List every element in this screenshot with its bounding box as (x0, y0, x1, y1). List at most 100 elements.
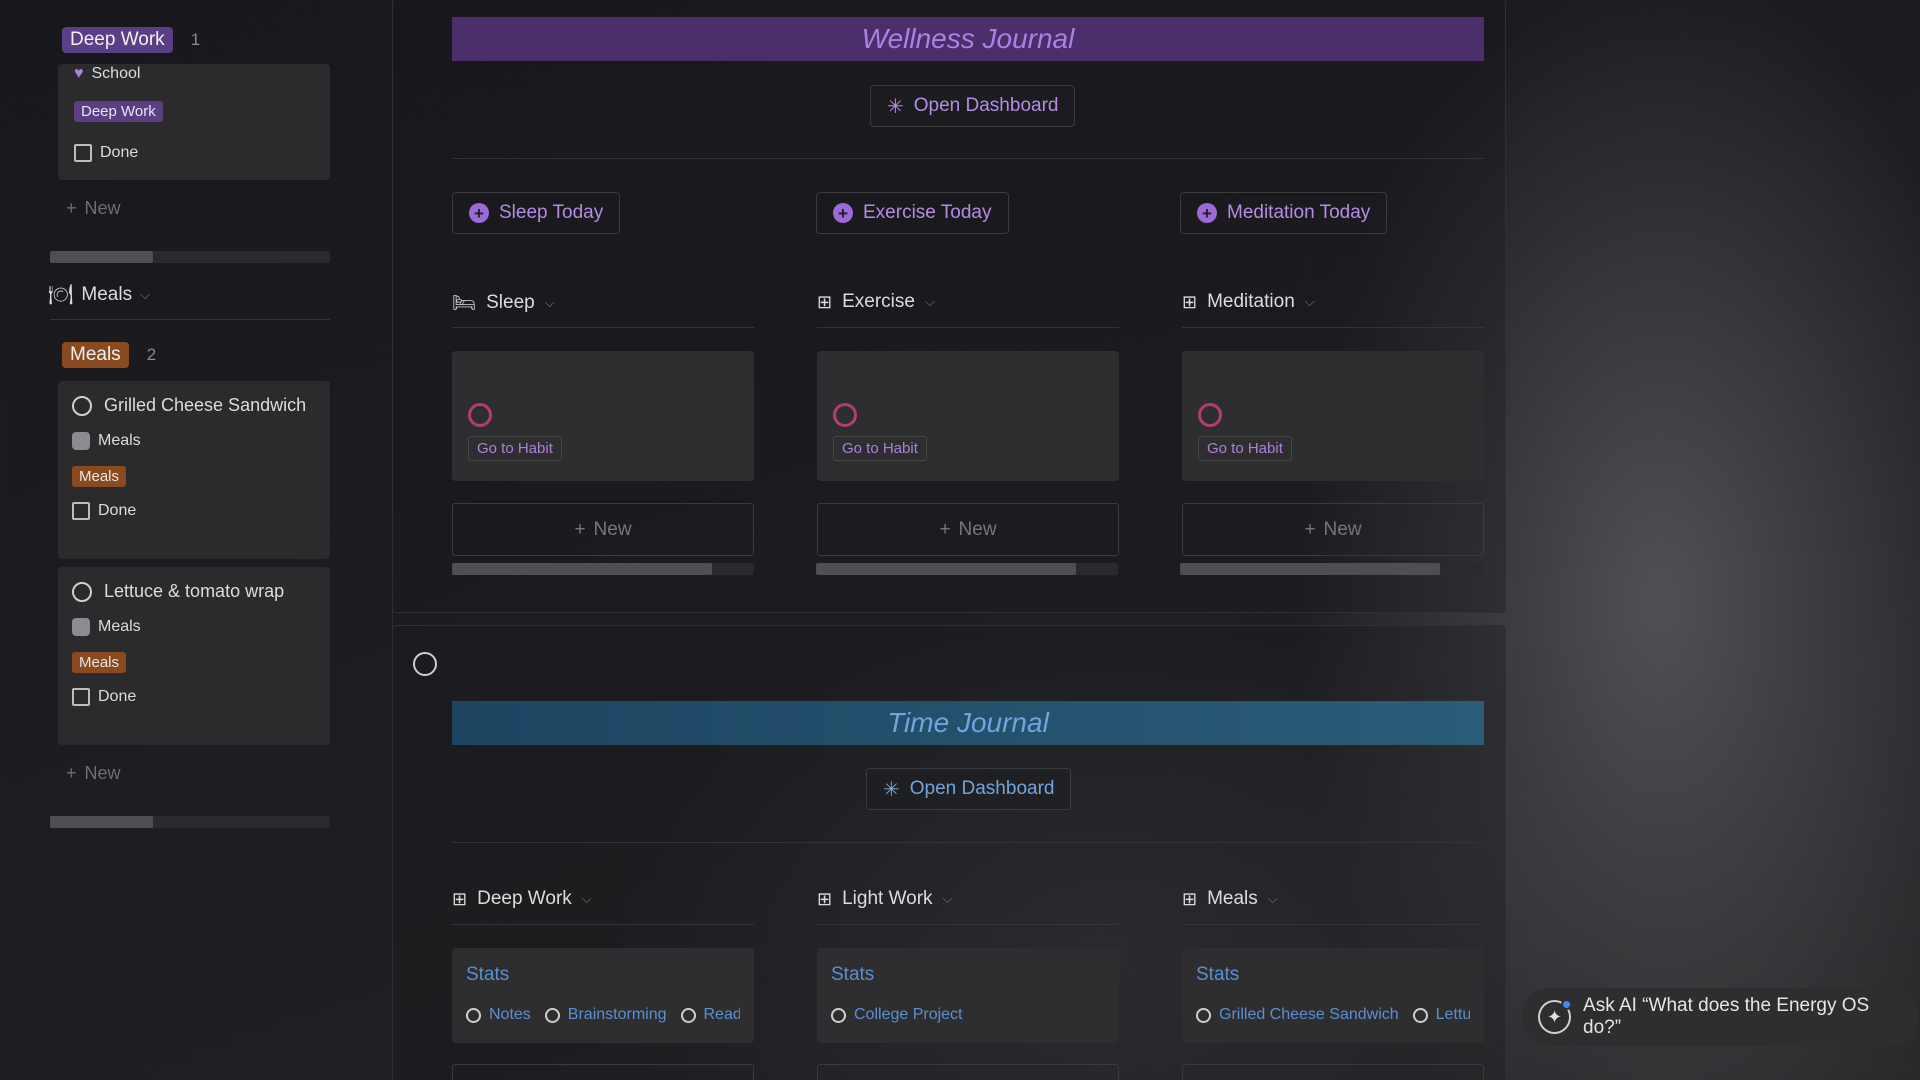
habit-card[interactable]: Go to Habit (817, 351, 1119, 481)
scrollbar-thumb[interactable] (452, 563, 712, 575)
horizontal-scrollbar[interactable] (50, 816, 330, 828)
stats-items: Notes Brainstorming Readir (466, 1006, 740, 1024)
view-tab-light-work[interactable]: ⊞ Light Work ⌵ (817, 888, 952, 910)
view-tab-exercise[interactable]: ⊞ Exercise ⌵ (817, 291, 935, 313)
view-name: Deep Work (477, 888, 572, 909)
checkbox[interactable] (74, 144, 92, 162)
checkbox[interactable] (72, 688, 90, 706)
scrollbar-thumb[interactable] (1180, 563, 1440, 575)
chevron-down-icon: ⌵ (544, 295, 555, 310)
stats-item-label: Brainstorming (567, 1006, 667, 1023)
scrollbar-thumb[interactable] (50, 251, 153, 263)
exercise-today-button[interactable]: + Exercise Today (816, 192, 1009, 234)
board-card[interactable]: Lettuce & tomato wrap Meals Meals Done (58, 567, 330, 745)
new-item-button[interactable]: + New (1182, 503, 1484, 556)
plus-circle-icon: + (1197, 203, 1217, 223)
stats-item[interactable]: Lettuce (1412, 1006, 1470, 1024)
card-partial (452, 1064, 754, 1080)
open-dashboard-button[interactable]: ✳ Open Dashboard (870, 85, 1076, 127)
card-partial (817, 1064, 1119, 1080)
scrollbar-thumb[interactable] (50, 816, 153, 828)
divider (817, 924, 1119, 925)
new-item-button[interactable]: + New (817, 503, 1119, 556)
done-row[interactable]: Done (74, 144, 138, 162)
sleep-today-button[interactable]: + Sleep Today (452, 192, 621, 234)
sparkle-icon: ✳ (883, 778, 900, 801)
stats-card[interactable]: Stats Notes Brainstorming Readir (452, 948, 754, 1043)
card-title: Grilled Cheese Sandwich (104, 395, 307, 415)
stats-item[interactable]: Grilled Cheese Sandwich (1196, 1006, 1399, 1024)
circle-icon (466, 1007, 481, 1023)
plus-circle-icon: + (469, 203, 489, 223)
divider (817, 327, 1119, 328)
habit-card[interactable]: Go to Habit (452, 351, 754, 481)
horizontal-scrollbar[interactable] (1180, 563, 1482, 575)
button-label: Open Dashboard (913, 95, 1059, 116)
group-header-deep-work[interactable]: Deep Work 1 (62, 27, 200, 53)
scrollbar-thumb[interactable] (816, 563, 1076, 575)
time-journal-banner: Time Journal (452, 701, 1484, 745)
relation-row[interactable]: Meals (72, 618, 316, 636)
status-circle-icon[interactable] (72, 395, 92, 416)
divider (452, 842, 1484, 843)
stats-item[interactable]: Brainstorming (544, 1006, 667, 1024)
stats-item-label: Readir (703, 1006, 741, 1023)
divider (452, 327, 754, 328)
stats-item[interactable]: Notes (466, 1006, 531, 1024)
horizontal-scrollbar[interactable] (452, 563, 754, 575)
group-header-meals[interactable]: Meals 2 (62, 342, 156, 368)
fork-knife-icon: 🍽 (48, 284, 74, 306)
card-title-row[interactable]: Grilled Cheese Sandwich (72, 395, 316, 416)
ask-ai-label: Ask AI “What does the Energy OS do?” (1583, 995, 1870, 1038)
new-item-button[interactable]: + New (66, 198, 121, 219)
stats-item[interactable]: Readir (680, 1006, 741, 1024)
stats-card[interactable]: Stats College Project (817, 948, 1119, 1043)
horizontal-scrollbar[interactable] (50, 251, 330, 263)
habit-card[interactable]: Go to Habit (1182, 351, 1484, 481)
view-tab-meditation[interactable]: ⊞ Meditation ⌵ (1182, 291, 1315, 313)
grid-icon: ⊞ (817, 888, 833, 909)
board-card[interactable]: ♥ School Deep Work Done (58, 64, 330, 180)
view-tab-meals[interactable]: ⊞ Meals ⌵ (1182, 888, 1278, 910)
stats-card[interactable]: Stats Grilled Cheese Sandwich Lettuce (1182, 948, 1484, 1043)
go-to-habit-button[interactable]: Go to Habit (833, 436, 927, 461)
chevron-down-icon: ⌵ (140, 286, 150, 302)
habit-ring-icon (468, 403, 492, 427)
view-tab-sleep[interactable]: 🛏 Sleep ⌵ (452, 291, 555, 315)
stats-item-label: Notes (489, 1006, 531, 1023)
done-row[interactable]: Done (72, 502, 316, 520)
stats-item-label: Grilled Cheese Sandwich (1219, 1006, 1399, 1023)
circle-icon (680, 1007, 696, 1023)
bed-icon: 🛏 (452, 293, 477, 314)
plus-icon: + (574, 518, 586, 540)
go-to-habit-button[interactable]: Go to Habit (1198, 436, 1292, 461)
checkbox[interactable] (72, 502, 90, 520)
relation-row[interactable]: Meals (72, 432, 316, 450)
done-row[interactable]: Done (72, 688, 316, 706)
divider (1182, 327, 1484, 328)
stats-title: Stats (466, 964, 510, 985)
view-tab-deep-work[interactable]: ⊞ Deep Work ⌵ (452, 888, 592, 910)
chevron-down-icon: ⌵ (581, 891, 592, 906)
card-title-row[interactable]: Lettuce & tomato wrap (72, 581, 316, 602)
page-title: Time Journal (887, 707, 1049, 738)
go-to-habit-button[interactable]: Go to Habit (468, 436, 562, 461)
new-item-button[interactable]: + New (66, 763, 121, 784)
status-circle-icon[interactable] (413, 652, 437, 676)
grid-icon: ⊞ (452, 888, 468, 909)
board-card[interactable]: Grilled Cheese Sandwich Meals Meals Done (58, 381, 330, 559)
new-item-button[interactable]: + New (452, 503, 754, 556)
button-label: Exercise Today (863, 202, 992, 223)
tag: Meals (72, 652, 127, 673)
ask-ai-button[interactable]: ✦ Ask AI “What does the Energy OS do?” (1522, 988, 1918, 1046)
open-dashboard-button[interactable]: ✳ Open Dashboard (866, 768, 1072, 810)
relation-row[interactable]: ♥ School (74, 64, 140, 84)
horizontal-scrollbar[interactable] (816, 563, 1118, 575)
button-label: Meditation Today (1227, 202, 1371, 223)
new-label: New (1323, 518, 1362, 540)
relation-label: Meals (98, 432, 141, 449)
stats-item[interactable]: College Project (831, 1006, 963, 1024)
meditation-today-button[interactable]: + Meditation Today (1180, 192, 1388, 234)
section-header-meals[interactable]: 🍽 Meals ⌵ (48, 282, 150, 307)
status-circle-icon[interactable] (72, 581, 92, 602)
